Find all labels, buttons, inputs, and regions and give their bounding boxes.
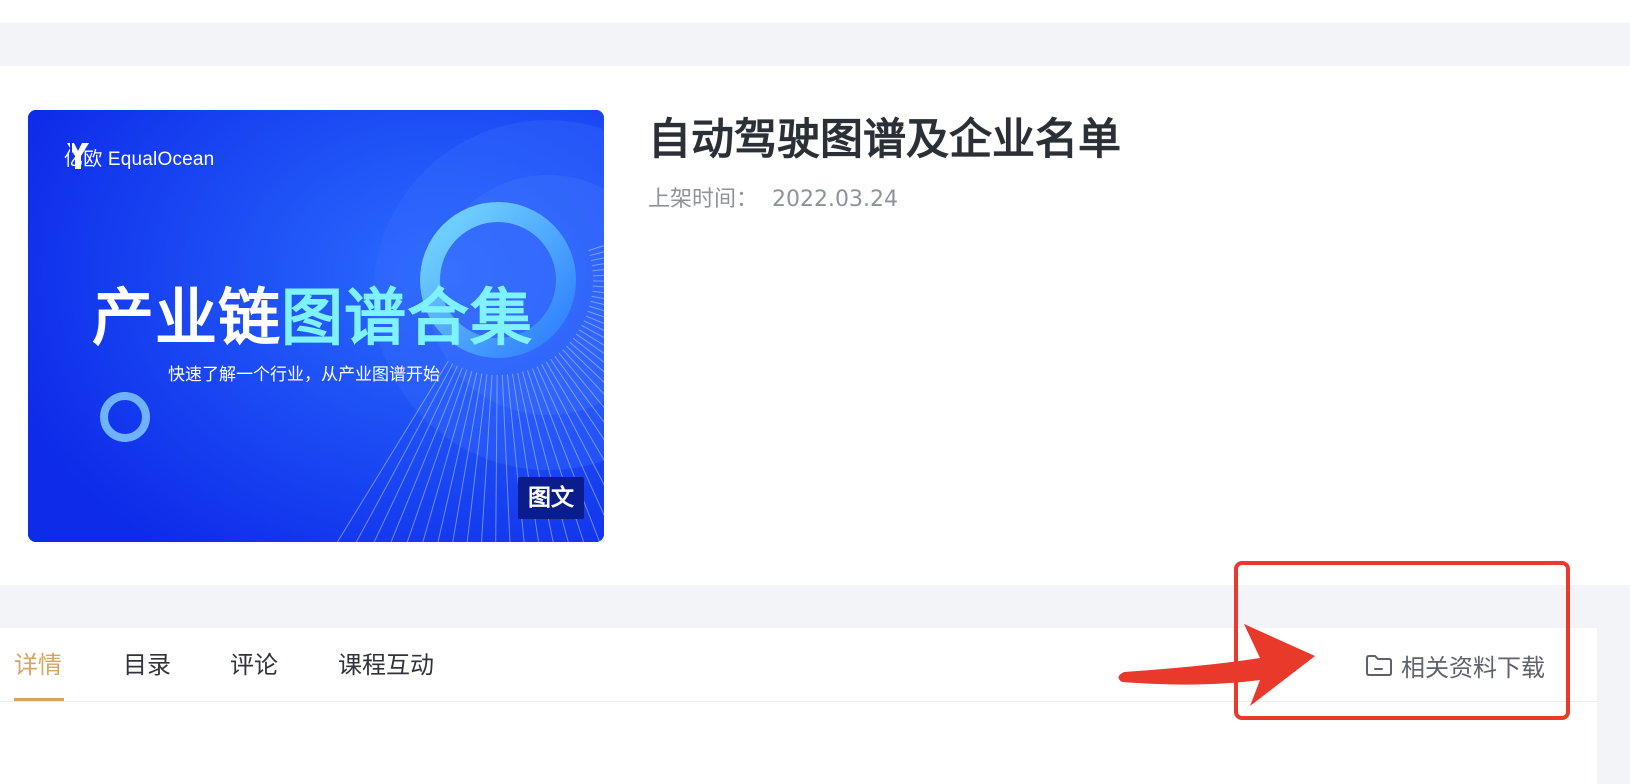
cover-subtitle: 快速了解一个行业，从产业图谱开始	[168, 365, 440, 385]
listed-time: 上架时间： 2022.03.24	[648, 183, 898, 217]
cover-brand: 亿欧 EqualOcean	[64, 140, 214, 174]
right-gutter	[1597, 628, 1630, 784]
page-title: 自动驾驶图谱及企业名单	[648, 115, 1121, 165]
tab-catalog[interactable]: 目录	[123, 628, 171, 702]
page: 亿欧 EqualOcean 产业链图谱合集 快速了解一个行业，从产业图谱开始 图…	[0, 0, 1630, 784]
tab-details[interactable]: 详情	[14, 628, 62, 702]
listed-time-value: 2022.03.24	[772, 187, 898, 212]
section-separator	[0, 23, 1630, 66]
annotation-arrow-icon	[1118, 624, 1315, 706]
course-cover-image[interactable]: 亿欧 EqualOcean 产业链图谱合集 快速了解一个行业，从产业图谱开始 图…	[28, 110, 604, 542]
cover-title-plain: 产业链	[92, 281, 282, 354]
tab-course-interaction[interactable]: 课程互动	[338, 628, 434, 702]
cover-title-highlight: 图谱合集	[281, 281, 534, 354]
brand-logo-icon	[67, 143, 89, 169]
tab-comments[interactable]: 评论	[230, 628, 278, 702]
cover-title: 产业链图谱合集	[92, 280, 552, 356]
content-type-badge: 图文	[518, 477, 584, 519]
top-strip	[0, 0, 1630, 23]
listed-time-label: 上架时间：	[648, 187, 759, 212]
